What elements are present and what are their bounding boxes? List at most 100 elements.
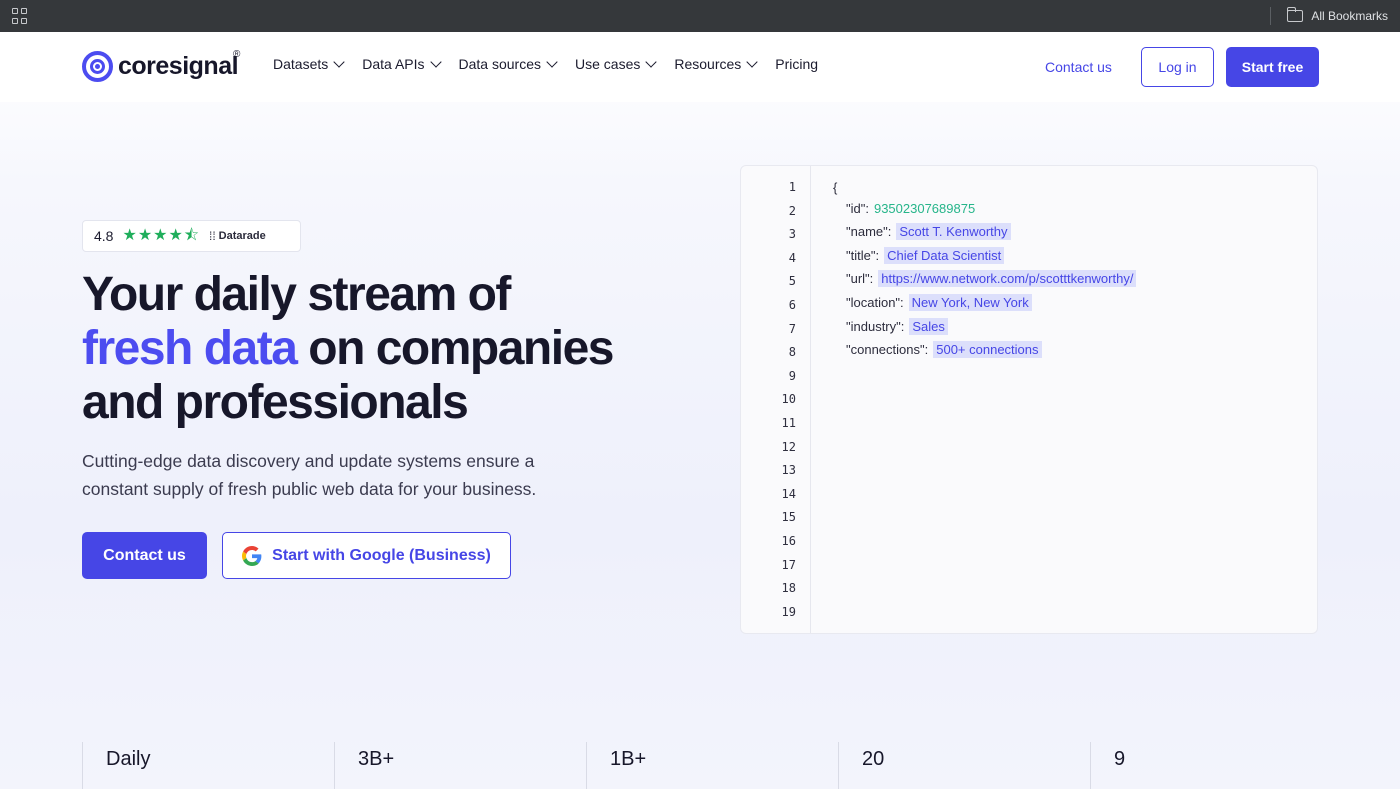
login-button[interactable]: Log in: [1141, 47, 1214, 87]
line-number: 17: [781, 557, 796, 572]
star-icon: ★: [153, 227, 168, 244]
chevron-down-icon: [645, 55, 658, 68]
coresignal-logo[interactable]: coresignal ®: [82, 49, 241, 82]
json-value: https://www.network.com/p/scotttkenworth…: [878, 270, 1137, 288]
line-number: 6: [788, 298, 796, 312]
chevron-down-icon: [746, 55, 758, 68]
json-key: "connections":: [846, 342, 929, 358]
folder-icon: [1286, 7, 1304, 22]
menu-data-sources[interactable]: Data sources: [458, 55, 558, 72]
line-number: 10: [781, 392, 796, 407]
apps-grid-icon[interactable]: [12, 8, 28, 24]
menu-use-cases[interactable]: Use cases: [575, 55, 658, 72]
code-open-brace: {: [833, 180, 838, 195]
chevron-down-icon: [546, 55, 558, 68]
top-nav: coresignal ® Datasets Data APIs Data sou…: [0, 32, 1400, 102]
line-number: 11: [781, 416, 796, 430]
line-number: 15: [781, 510, 796, 525]
stat-value: 9: [1114, 748, 1126, 770]
line-number: 9: [788, 368, 796, 383]
json-key: "industry":: [846, 318, 905, 334]
start-with-google-button[interactable]: Start with Google (Business): [222, 532, 511, 579]
rating-source: Datarade: [218, 230, 266, 242]
chevron-down-icon: [333, 55, 345, 68]
code-line: "industry": Sales: [846, 317, 948, 335]
all-bookmarks-label: All Bookmarks: [1311, 9, 1388, 23]
line-number: 7: [788, 321, 796, 336]
menu-resources[interactable]: Resources: [674, 55, 758, 72]
all-bookmarks[interactable]: All Bookmarks: [1270, 0, 1388, 32]
line-number: 4: [788, 250, 796, 265]
json-key: "name":: [846, 224, 892, 240]
main-menu: Datasets Data APIs Data sources Use case…: [273, 55, 837, 72]
menu-datasets-label: Datasets: [273, 56, 329, 72]
menu-datasets[interactable]: Datasets: [273, 55, 345, 72]
google-button-label: Start with Google (Business): [272, 546, 491, 564]
line-number: 19: [781, 604, 796, 619]
json-value: 93502307689875: [873, 200, 976, 216]
line-number: 18: [781, 581, 796, 596]
hero-title: Your daily stream of fresh data on compa…: [82, 268, 642, 430]
code-line: "id": 93502307689875: [846, 201, 975, 216]
stat-item: Daily: [82, 742, 150, 789]
line-number: 16: [781, 534, 796, 548]
star-icon: ★: [137, 227, 153, 244]
start-free-button[interactable]: Start free: [1226, 47, 1319, 87]
line-number: 2: [788, 203, 796, 218]
code-line: "location": New York, New York: [846, 294, 1032, 311]
code-line: "title": Chief Data Scientist: [846, 246, 1005, 264]
hero-subtitle: Cutting-edge data discovery and update s…: [82, 451, 537, 499]
stat-value: Daily: [106, 748, 151, 770]
line-number: 8: [788, 345, 796, 360]
stat-item: 9: [1090, 742, 1125, 789]
menu-data-apis-label: Data APIs: [362, 56, 425, 72]
bookmarks-bar: All Bookmarks: [0, 0, 1400, 32]
chevron-down-icon: [429, 55, 442, 68]
line-number: 1: [788, 180, 796, 194]
rating-score: 4.8: [94, 228, 114, 244]
menu-data-sources-label: Data sources: [458, 56, 541, 72]
line-number: 13: [781, 463, 796, 478]
hero-contact-button[interactable]: Contact us: [82, 532, 207, 579]
code-line: "connections": 500+ connections: [846, 341, 1042, 359]
json-value: New York, New York: [908, 294, 1032, 311]
rating-badge[interactable]: 4.8 ★ ★ ★ ★ ⯪ ⁞⁞ Datarade: [82, 220, 301, 252]
menu-pricing-label: Pricing: [775, 56, 819, 72]
json-key: "url":: [846, 271, 874, 287]
json-code-sample: 1 2 3 4 5 6 7 8 9 10 11 12 13 14 15 16 17 18 19 { "id": 935…: [740, 165, 1318, 634]
line-number: 12: [781, 439, 796, 454]
json-value: Chief Data Scientist: [884, 246, 1005, 264]
code-line: "name": Scott T. Kenworthy: [846, 223, 1011, 241]
menu-pricing[interactable]: Pricing: [775, 56, 818, 72]
json-value: Sales: [909, 317, 948, 335]
star-icon: ★: [168, 227, 183, 244]
stat-value: 3B+: [358, 748, 395, 770]
stat-value: 20: [862, 748, 885, 770]
line-number-gutter: 1 2 3 4 5 6 7 8 9 10 11 12 13 14 15 16 17 18 19: [741, 166, 811, 633]
hero-title-part1: Your daily stream of: [82, 268, 511, 321]
json-key: "id":: [846, 200, 869, 216]
json-key: "location":: [846, 295, 904, 310]
code-line: "url": https://www.network.com/p/scotttke…: [846, 270, 1137, 288]
google-icon: [242, 545, 262, 566]
hero-title-accent: fresh data: [82, 322, 298, 375]
nav-contact-link[interactable]: Contact us: [1045, 59, 1112, 75]
stat-item: 1B+: [586, 742, 646, 789]
menu-use-cases-label: Use cases: [575, 56, 641, 72]
line-number: 5: [788, 274, 796, 289]
json-value: Scott T. Kenworthy: [896, 223, 1011, 241]
star-icon: ★: [122, 227, 137, 244]
menu-resources-label: Resources: [674, 56, 742, 72]
json-value: 500+ connections: [933, 341, 1042, 359]
registered-mark: ®: [233, 49, 241, 60]
half-star-icon: ⯪: [183, 227, 199, 244]
coresignal-logo-icon: [82, 51, 113, 82]
brand-name: coresignal: [118, 52, 239, 80]
stat-item: 3B+: [334, 742, 394, 789]
bookmarks-divider: [1270, 7, 1272, 25]
stat-value: 1B+: [610, 748, 647, 770]
page: coresignal ® Datasets Data APIs Data sou…: [0, 32, 1400, 789]
line-number: 14: [781, 486, 796, 501]
json-key: "title":: [846, 247, 880, 263]
menu-data-apis[interactable]: Data APIs: [362, 55, 442, 72]
